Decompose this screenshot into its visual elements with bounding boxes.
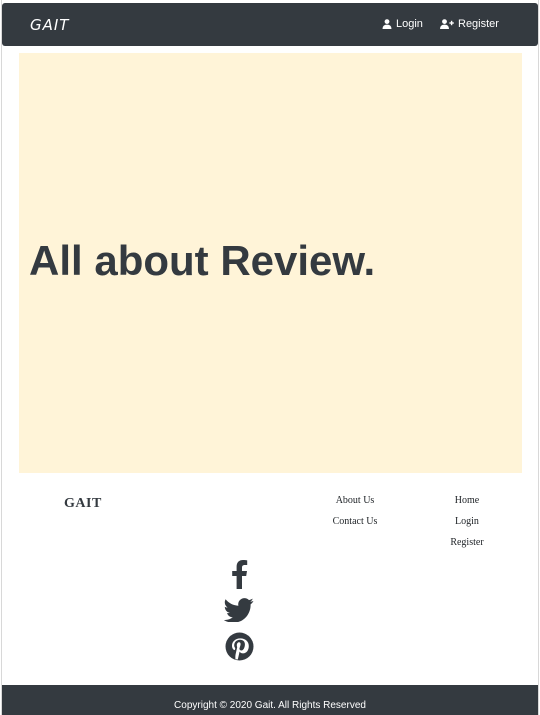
footer-brand: GAIT (64, 496, 102, 511)
footer-links-column-1: About Us Contact Us (322, 494, 388, 536)
footer-links-column-2: Home Login Register (436, 494, 498, 557)
footer-link-contact-us[interactable]: Contact Us (322, 515, 388, 536)
user-plus-icon (440, 19, 454, 29)
facebook-link[interactable] (222, 558, 256, 590)
pinterest-icon (225, 632, 253, 660)
footer-link-register[interactable]: Register (436, 536, 498, 557)
facebook-icon (231, 560, 247, 589)
twitter-icon (224, 598, 254, 622)
pinterest-link[interactable] (222, 630, 256, 662)
navbar-brand[interactable]: GAIT (30, 16, 69, 34)
register-link[interactable]: Register (440, 18, 499, 30)
copyright-text: Copyright © 2020 Gait. All Rights Reserv… (174, 700, 366, 711)
register-label: Register (458, 18, 499, 30)
footer-link-login[interactable]: Login (436, 515, 498, 536)
login-link[interactable]: Login (382, 18, 423, 30)
hero-title: All about Review. (29, 237, 376, 284)
bottom-bar: Copyright © 2020 Gait. All Rights Reserv… (2, 685, 538, 715)
footer-link-about-us[interactable]: About Us (322, 494, 388, 515)
login-label: Login (396, 18, 423, 30)
footer-link-home[interactable]: Home (436, 494, 498, 515)
hero-banner: All about Review. (19, 53, 522, 473)
navbar: GAIT Login Register (2, 3, 538, 46)
twitter-link[interactable] (222, 594, 256, 626)
user-icon (382, 19, 392, 29)
